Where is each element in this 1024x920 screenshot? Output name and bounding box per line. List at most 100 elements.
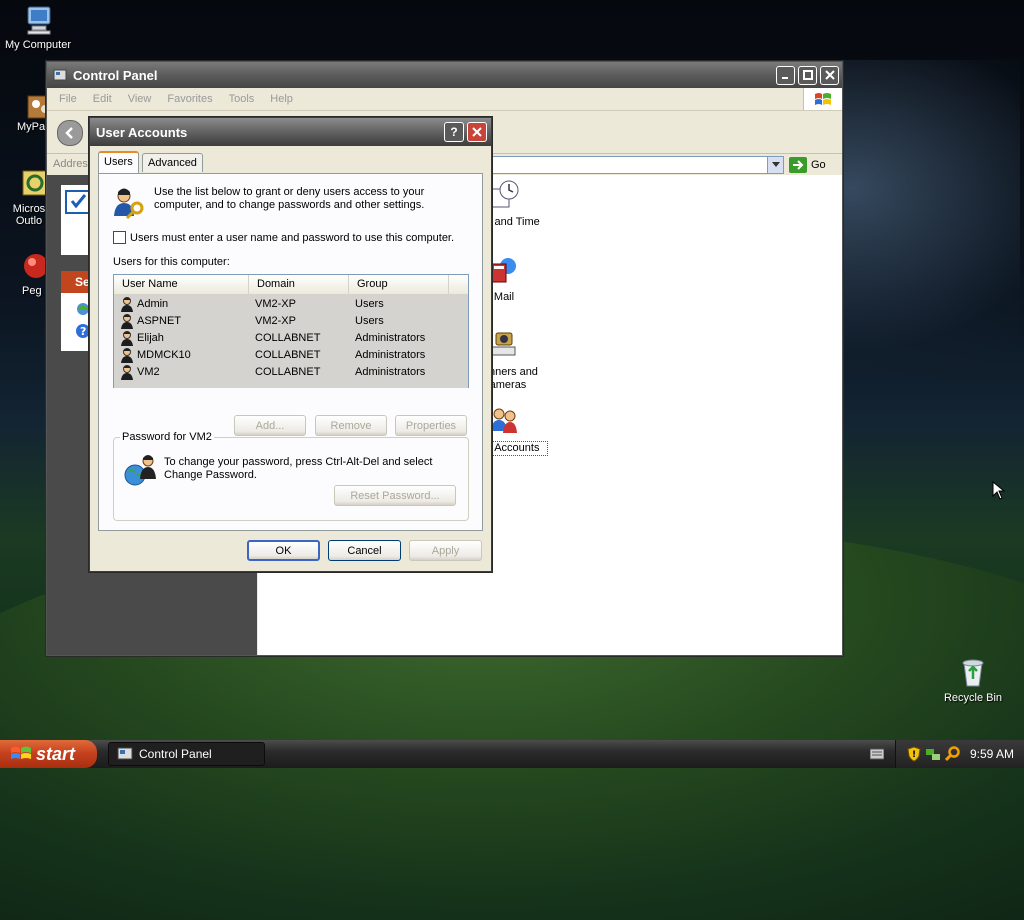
domain-cell: VM2-XP [255,314,296,327]
ok-button[interactable]: OK [247,540,320,561]
menu-view[interactable]: View [120,93,160,105]
control-panel-menubar: File Edit View Favorites Tools Help [47,88,842,111]
close-icon [472,127,482,137]
reset-password-button[interactable]: Reset Password... [334,485,456,506]
date-time-icon [488,179,520,211]
user-icon [119,313,135,329]
user-name-cell: ASPNET [114,313,249,329]
security-shield-icon[interactable]: ! [907,746,921,762]
password-groupbox: Password for VM2 To change your password… [113,431,469,521]
users-tab-panel: Use the list below to grant or deny user… [98,173,483,531]
user-icon [119,347,135,363]
task-label: Control Panel [139,747,212,761]
user-icon [119,330,135,346]
intro-text: Use the list below to grant or deny user… [154,186,425,211]
control-panel-titlebar[interactable]: Control Panel [47,62,842,88]
user-name-cell: Admin [114,296,249,312]
user-name-text: ASPNET [137,314,182,327]
minimize-button[interactable] [776,65,795,85]
desktop-icon-my-computer[interactable]: My Computer [0,4,83,51]
table-row[interactable]: MDMCK10 COLLABNET Administrators [114,346,468,363]
clock: 9:59 AM [970,747,1015,761]
go-arrow-icon [789,157,807,173]
menu-file[interactable]: File [51,93,85,105]
add-user-button[interactable]: Add... [234,415,306,436]
users-keys-icon [114,188,144,220]
help-question-icon: ? [450,125,458,139]
user-name-text: Admin [137,297,169,310]
go-button[interactable]: Go [789,156,826,174]
help-button[interactable]: ? [444,122,464,142]
table-row[interactable]: Elijah COLLABNET Administrators [114,329,468,346]
user-accounts-icon [488,404,520,436]
address-dropdown-button[interactable] [767,156,784,174]
desktop-icon-label: Micros Outlo [12,203,46,227]
apply-button[interactable]: Apply [409,540,482,561]
windows-flag-icon [803,88,842,110]
keyboard-tray-icon[interactable] [870,748,884,760]
column-header-domain[interactable]: Domain [249,275,349,294]
windows-logo-icon [11,746,31,759]
user-globe-icon [124,455,156,486]
mouse-cursor-icon [992,481,1006,500]
control-panel-task-icon [117,747,133,760]
column-header-user-name[interactable]: User Name [114,275,249,294]
network-icon[interactable] [925,746,941,762]
domain-cell: COLLABNET [255,365,321,378]
search-icon[interactable] [945,746,961,762]
desktop-icon-peg[interactable]: Peg [0,250,48,297]
control-panel-title: Control Panel [73,67,158,83]
maximize-button[interactable] [798,65,817,85]
mail-icon [488,254,520,286]
users-list-body: Admin VM2-XP Users ASPNET VM2-XP Users Elijah C… [114,295,468,388]
user-name-text: Elijah [137,331,164,344]
desktop-icon-outlook[interactable]: Micros Outlo [0,168,48,227]
desktop-icon-label: Peg [22,285,42,297]
desktop-icon-label: Recycle Bin [943,692,1003,704]
desktop-icon-recycle-bin[interactable]: Recycle Bin [928,657,1018,704]
taskbar-item-control-panel[interactable]: Control Panel [108,742,265,766]
user-name-cell: Elijah [114,330,249,346]
close-button[interactable] [820,65,839,85]
back-button[interactable] [57,120,83,146]
user-name-cell: VM2 [114,364,249,380]
taskbar: start Control Panel ! 9:59 AM [0,740,1024,768]
checkbox-box[interactable] [113,231,126,244]
user-name-cell: MDMCK10 [114,347,249,363]
menu-help[interactable]: Help [262,93,301,105]
user-accounts-titlebar[interactable]: User Accounts ? [90,118,491,146]
password-group-title: Password for VM2 [120,431,214,443]
start-button[interactable]: start [0,740,97,768]
domain-cell: COLLABNET [255,331,321,344]
table-row[interactable]: ASPNET VM2-XP Users [114,312,468,329]
remove-user-button[interactable]: Remove [315,415,387,436]
menu-favorites[interactable]: Favorites [159,93,220,105]
tab-advanced[interactable]: Advanced [142,153,203,172]
user-icon [119,364,135,380]
back-arrow-icon [65,127,73,139]
control-panel-title-icon [53,68,67,82]
require-login-checkbox[interactable]: Users must enter a user name and passwor… [113,231,454,244]
user-name-text: VM2 [137,365,160,378]
properties-button[interactable]: Properties [395,415,467,436]
close-icon [824,70,835,80]
table-row[interactable]: VM2 COLLABNET Administrators [114,363,468,380]
menu-edit[interactable]: Edit [85,93,120,105]
system-tray: ! 9:59 AM [895,740,1024,768]
cancel-button[interactable]: Cancel [328,540,401,561]
group-cell: Administrators [355,331,426,344]
start-label: start [36,743,76,764]
table-row[interactable]: Admin VM2-XP Users [114,295,468,312]
user-icon [119,296,135,312]
users-list[interactable]: User Name Domain Group Admin VM2-XP Users A… [113,274,469,388]
chevron-down-icon [771,162,780,167]
menu-tools[interactable]: Tools [221,93,263,105]
column-header-group[interactable]: Group [349,275,449,294]
address-input[interactable] [487,156,771,174]
address-label: Addres [53,158,88,170]
desktop-icon-label: My Computer [4,39,72,51]
desktop-icon-label: MyPa [17,121,46,133]
dialog-close-button[interactable] [467,122,487,142]
group-cell: Administrators [355,365,426,378]
tab-users[interactable]: Users [98,151,139,173]
